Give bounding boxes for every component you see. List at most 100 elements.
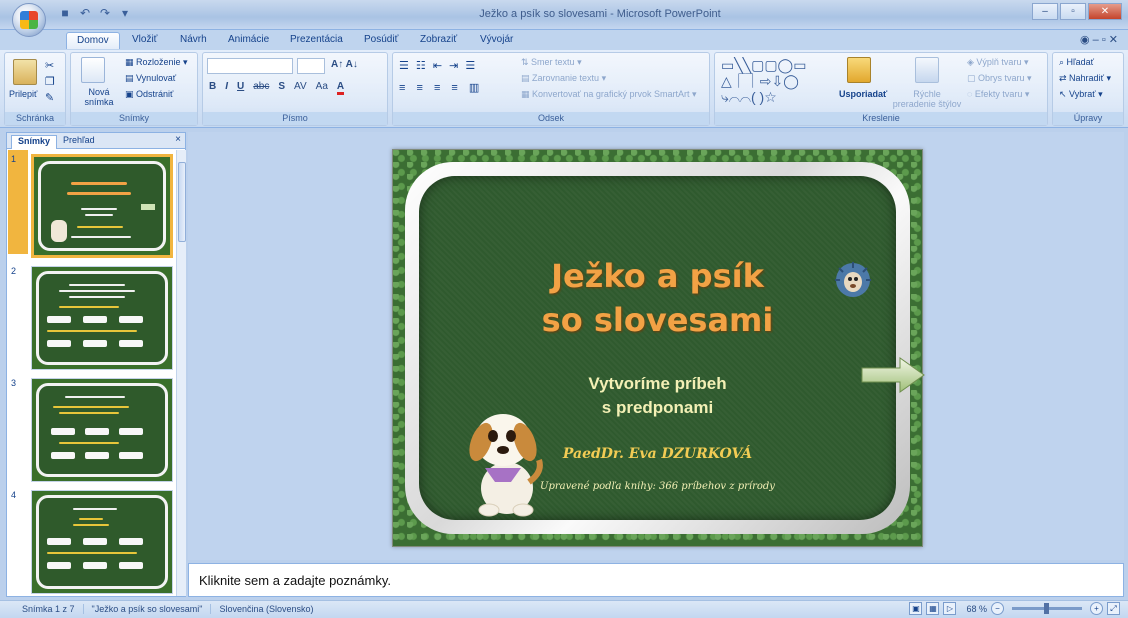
group-clipboard: Prilepiť ✂ ❐ ✎ Schránka [4,52,66,126]
layout-button[interactable]: ▦ Rozloženie ▾ [125,57,188,68]
align-text-button[interactable]: ▤ Zarovnanie textu ▾ [521,73,606,84]
zoom-out-icon[interactable]: − [991,602,1004,615]
tab-vyvojar[interactable]: Vývojár [480,34,513,45]
strike-button[interactable]: abc [253,81,269,95]
quick-styles-icon[interactable] [915,57,939,83]
thumbnail-board [36,383,168,477]
tab-zobrazit[interactable]: Zobraziť [420,34,457,45]
close-button[interactable]: ✕ [1088,3,1122,20]
cut-icon[interactable]: ✂ [45,59,54,72]
ribbon: Prilepiť ✂ ❐ ✎ Schránka Nová snímka ▦ Ro… [0,50,1128,128]
minimize-button[interactable]: – [1032,3,1058,20]
theme-name[interactable]: "Ježko a psík so slovesami" [84,604,212,614]
arrange-button[interactable]: Usporiadať [839,89,887,99]
shape-fill-button[interactable]: ◈ Výplň tvaru ▾ [967,57,1028,68]
thumbnail-slide-2[interactable] [31,266,173,370]
zoom-slider[interactable] [1012,603,1082,614]
italic-button[interactable]: I [225,81,228,95]
tab-domov[interactable]: Domov [66,32,120,49]
align-icons[interactable]: ≡ ≡ ≡ ≡ ▥ [399,81,483,94]
zoom-thumb[interactable] [1044,603,1049,614]
bold-button[interactable]: B [209,81,216,95]
qat-dropdown-icon[interactable]: ▾ [118,6,132,20]
title-bar: ■ ↶ ↷ ▾ Ježko a psík so slovesami - Micr… [0,0,1128,30]
shape-effects-label: Efekty tvaru [974,89,1023,99]
normal-view-icon[interactable]: ▣ [909,602,923,615]
help-icon[interactable]: ◉ – ▫ ✕ [1080,33,1118,46]
thumbnail-slide-4[interactable] [31,490,173,594]
slideshow-view-icon[interactable]: ▷ [943,602,957,615]
find-button[interactable]: ⌕ Hľadať [1059,57,1094,68]
window-controls: – ▫ ✕ [1032,3,1122,20]
shadow-button[interactable]: S [278,81,285,95]
language[interactable]: Slovenčina (Slovensko) [211,604,321,614]
slide-frame: Ježko a psík so slovesami Vytvoríme príb… [405,162,925,534]
arrange-icon[interactable] [847,57,871,83]
shape-effects-button[interactable]: ◌ Efekty tvaru ▾ [967,89,1029,100]
hedgehog-icon[interactable] [833,260,873,300]
undo-icon[interactable]: ↶ [78,6,92,20]
copy-icon[interactable]: ❐ [45,75,55,88]
tab-animacie[interactable]: Animácie [228,34,269,45]
font-size-combo[interactable] [297,58,325,74]
thumbnail-board [38,161,166,251]
status-info: Snímka 1 z 7 "Ježko a psík so slovesami"… [14,604,322,614]
paste-icon[interactable] [13,59,37,85]
spacing-button[interactable]: AV [294,81,307,95]
view-controls: ▣ ▦ ▷ 68 % − + ⤢ [909,602,1120,615]
group-label-clipboard: Schránka [5,112,65,125]
panel-close-icon[interactable]: × [175,134,181,145]
zoom-in-icon[interactable]: + [1090,602,1103,615]
smartart-button[interactable]: ▦ Konvertovať na grafický prvok SmartArt… [521,89,696,100]
quick-styles-button[interactable]: Rýchle preradenie štýlov [891,89,963,109]
redo-icon[interactable]: ↷ [98,6,112,20]
font-name-combo[interactable] [207,58,293,74]
fit-window-icon[interactable]: ⤢ [1107,602,1120,615]
zoom-level[interactable]: 68 % [966,604,987,614]
scroll-thumb[interactable] [178,162,186,242]
bullets-icon[interactable]: ☰ ☷ ⇤ ⇥ ☰ [399,59,477,72]
group-editing: ⌕ Hľadať ⇄ Nahradiť ▾ ↖ Vybrať ▾ Úpravy [1052,52,1124,126]
select-button[interactable]: ↖ Vybrať ▾ [1059,89,1103,100]
slide-title[interactable]: Ježko a psík so slovesami [419,254,896,342]
panel-tabs: Snímky Prehľad × [7,133,185,149]
select-label: Vybrať [1069,89,1096,99]
slide-subtitle-line-1: Vytvoríme príbeh [588,374,727,393]
group-label-paragraph: Odsek [393,112,709,125]
notes-pane[interactable]: Kliknite sem a zadajte poznámky. [188,563,1124,597]
tab-posudit[interactable]: Posúdiť [364,34,398,45]
sorter-view-icon[interactable]: ▦ [926,602,940,615]
save-icon[interactable]: ■ [58,6,72,20]
shape-outline-button[interactable]: ▢ Obrys tvaru ▾ [967,73,1032,84]
thumbnail-slide-1[interactable] [31,154,173,258]
shapes-gallery[interactable]: ▭╲╲▢▢◯▭ △⎾⏋⇨⇩◯ ⤷⌒⌒( )☆ [721,57,806,105]
new-slide-button[interactable]: Nová snímka [79,87,119,107]
thumbnail-slide-3[interactable] [31,378,173,482]
reset-button[interactable]: ▤ Vynulovať [125,73,176,84]
tab-outline[interactable]: Prehľad [57,135,101,145]
panel-scrollbar[interactable] [176,150,186,596]
new-slide-icon[interactable] [81,57,105,83]
replace-button[interactable]: ⇄ Nahradiť ▾ [1059,73,1111,84]
workspace: Snímky Prehľad × 1 2 3 4 Ježko a psík so… [0,128,1128,600]
font-color-button[interactable]: A [336,81,345,95]
puppy-icon[interactable] [463,402,543,518]
chalkboard: Ježko a psík so slovesami Vytvoríme príb… [419,176,925,520]
format-painter-icon[interactable]: ✎ [45,91,54,104]
text-direction-button[interactable]: ⇅ Smer textu ▾ [521,57,582,68]
case-button[interactable]: Aa [316,81,328,95]
tab-vlozit[interactable]: Vložiť [132,34,157,45]
delete-slide-button[interactable]: ▣ Odstrániť [125,89,173,100]
paste-button[interactable]: Prilepiť [9,89,37,99]
tab-slides[interactable]: Snímky [11,135,58,149]
grow-font-icon[interactable]: A↑ A↓ [331,59,358,70]
next-arrow-icon[interactable] [860,356,926,394]
tab-navrh[interactable]: Návrh [180,34,207,45]
maximize-button[interactable]: ▫ [1060,3,1086,20]
thumbnail-list: 1 2 3 4 [7,150,175,596]
arrow-icon [141,204,155,210]
slide-canvas[interactable]: Ježko a psík so slovesami Vytvoríme príb… [392,149,925,547]
underline-button[interactable]: U [237,81,244,95]
office-button[interactable] [12,3,46,37]
tab-prezentacia[interactable]: Prezentácia [290,34,343,45]
